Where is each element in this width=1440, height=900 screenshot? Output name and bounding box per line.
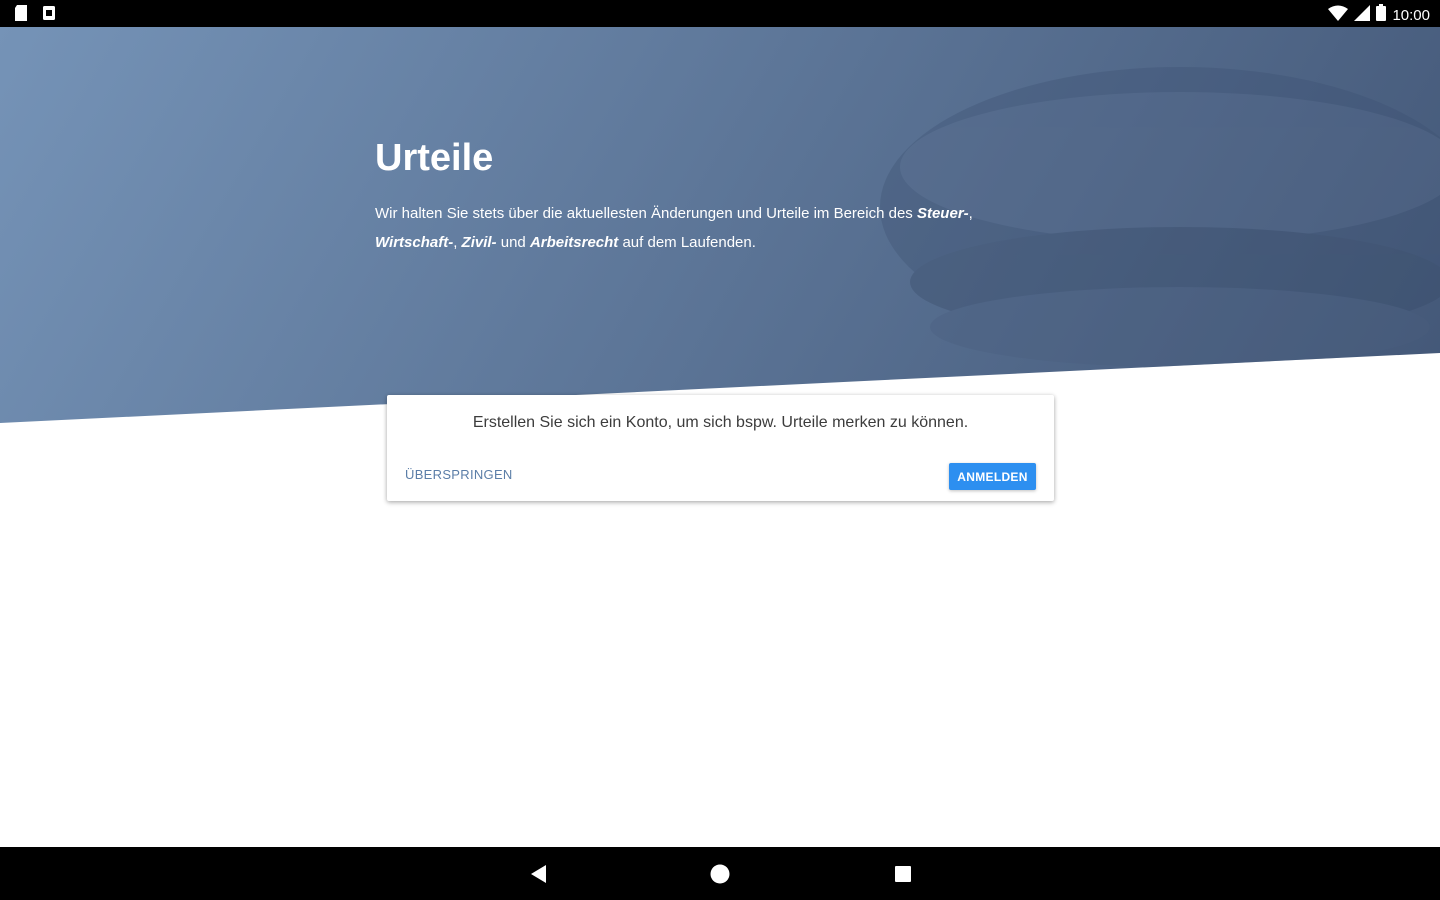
home-icon[interactable]: [709, 863, 731, 885]
back-icon[interactable]: [528, 863, 550, 885]
wifi-icon: [1328, 5, 1349, 26]
recents-icon[interactable]: [892, 863, 914, 885]
battery-icon: [1376, 4, 1387, 26]
hero-desc-prefix: Wir halten Sie stets über die aktuellest…: [375, 205, 917, 222]
separator: und: [496, 234, 530, 251]
app-screen: 10:00 Urteile Wir halten Sie stets über …: [0, 0, 1440, 900]
notification-icon: [42, 5, 56, 26]
account-prompt-message: Erstellen Sie sich ein Konto, um sich bs…: [472, 414, 969, 431]
status-bar-right: 10:00: [1328, 4, 1430, 26]
signal-icon: [1354, 4, 1371, 26]
topic-tax-law: Steuer-: [916, 205, 969, 222]
status-time: 10:00: [1392, 6, 1430, 24]
topic-business-law: Wirtschaft-: [375, 234, 454, 251]
page-title: Urteile: [375, 137, 494, 179]
hero-banner: Urteile Wir halten Sie stets über die ak…: [0, 27, 1440, 423]
account-prompt-card: Erstellen Sie sich ein Konto, um sich bs…: [387, 395, 1054, 501]
topic-labor-law: Arbeitsrecht: [529, 234, 619, 251]
login-button[interactable]: ANMELDEN: [949, 463, 1036, 490]
skip-button[interactable]: ÜBERSPRINGEN: [399, 465, 519, 484]
navigation-bar: [0, 847, 1440, 900]
sd-card-icon: [14, 5, 28, 26]
hero-desc-suffix: auf dem Laufenden.: [618, 234, 756, 251]
separator: ,: [453, 234, 462, 251]
status-bar: 10:00: [0, 0, 1440, 27]
topic-civil-law: Zivil-: [461, 234, 497, 251]
hero-description: Wir halten Sie stets über die aktuellest…: [375, 199, 1015, 257]
status-bar-left: [14, 5, 56, 26]
separator: ,: [968, 205, 973, 222]
